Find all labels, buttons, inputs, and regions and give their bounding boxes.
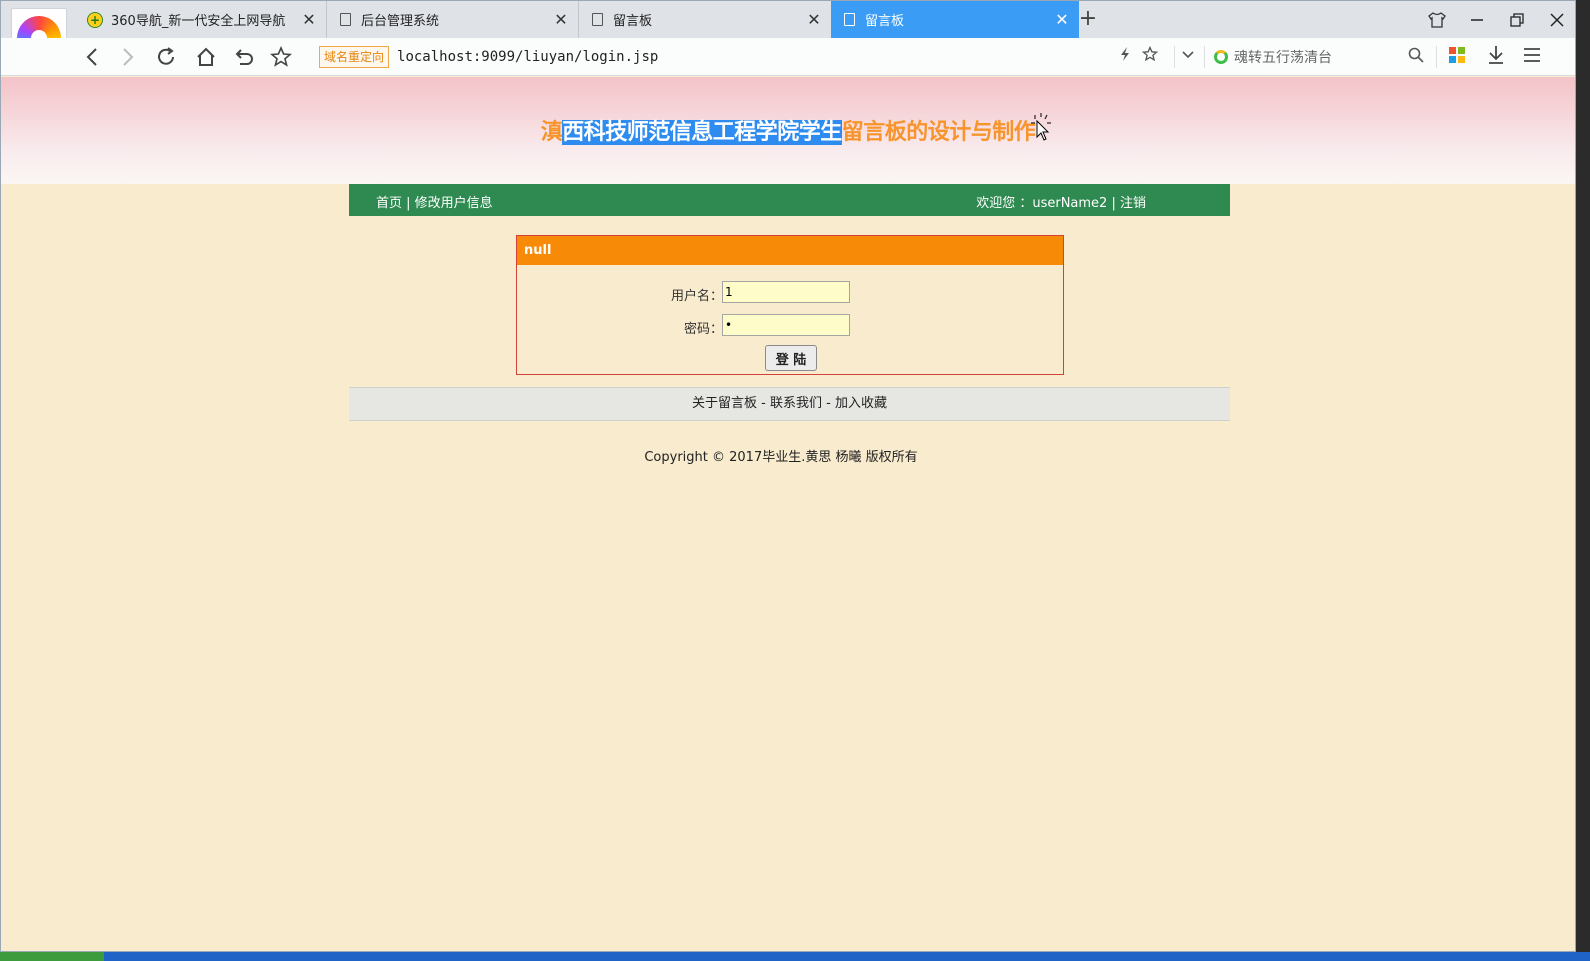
login-button[interactable]: 登 陆: [765, 345, 817, 371]
contact-link[interactable]: 联系我们: [770, 396, 822, 411]
new-tab-icon[interactable]: +: [1077, 5, 1099, 33]
tab-title: 留言板: [613, 14, 653, 29]
start-button[interactable]: [0, 952, 104, 961]
add-favorite-link[interactable]: 加入收藏: [835, 396, 887, 411]
nav360-icon: +: [87, 11, 103, 28]
footer-separator: -: [757, 396, 770, 411]
browser-window: + 360导航_新一代安全上网导航 ✕ 后台管理系统 ✕ 留言板 ✕ 留言板 ✕…: [0, 0, 1576, 952]
nav-separator: |: [402, 196, 415, 211]
nav-links: 首页 | 修改用户信息: [376, 192, 493, 211]
tab-strip: + 360导航_新一代安全上网导航 ✕ 后台管理系统 ✕ 留言板 ✕ 留言板 ✕…: [1, 1, 1575, 68]
menu-icon[interactable]: [1523, 46, 1541, 68]
nav-separator: |: [1107, 196, 1120, 211]
username-label: 用户名：: [670, 289, 723, 304]
username-row: 用户名：: [517, 281, 1063, 305]
close-icon[interactable]: ✕: [554, 10, 568, 29]
chevron-down-icon[interactable]: [1181, 46, 1195, 66]
welcome-text: 欢迎您 ：userName2: [976, 196, 1108, 211]
site-title-suffix: 留言板的设计与制作: [841, 120, 1036, 145]
copyright-text: Copyright © 2017毕业生.黄思 杨曦 版权所有: [644, 450, 918, 465]
back-icon[interactable]: [77, 42, 107, 72]
bookmark-star-icon[interactable]: [1141, 45, 1159, 66]
toolbar-divider: [1436, 46, 1437, 68]
footer-links: 关于留言板 - 联系我们 - 加入收藏: [349, 387, 1230, 421]
close-window-icon[interactable]: [1537, 1, 1575, 38]
site-nav: 首页 | 修改用户信息 欢迎您 ：userName2 | 注销: [349, 184, 1230, 216]
tab-admin-system[interactable]: 后台管理系统 ✕: [327, 1, 579, 38]
tab-message-board-active[interactable]: 留言板 ✕: [831, 1, 1079, 38]
toolbar-divider: [1174, 46, 1175, 68]
favorite-star-icon[interactable]: [266, 42, 296, 72]
close-icon[interactable]: ✕: [1055, 10, 1069, 29]
password-row: 密码：: [517, 314, 1063, 338]
page-icon: [589, 12, 605, 28]
password-input[interactable]: [722, 314, 850, 336]
apps-grid-icon[interactable]: [1449, 47, 1465, 63]
redirect-badge[interactable]: 域名重定向: [319, 46, 390, 68]
download-icon[interactable]: [1487, 45, 1505, 69]
page-icon: [337, 12, 353, 28]
username-input[interactable]: [722, 281, 850, 303]
tab-message-board[interactable]: 留言板 ✕: [579, 1, 831, 38]
tab-title: 后台管理系统: [361, 14, 440, 29]
undo-icon[interactable]: [229, 42, 259, 72]
nav-user-area: 欢迎您 ：userName2 | 注销: [976, 192, 1146, 211]
search-engine-icon: [1214, 50, 1228, 64]
minimize-icon[interactable]: [1457, 1, 1497, 38]
busy-cursor-icon: [1031, 113, 1051, 141]
close-icon[interactable]: ✕: [302, 10, 316, 29]
search-icon[interactable]: [1408, 47, 1424, 67]
nav-home-link[interactable]: 首页: [376, 196, 402, 211]
site-title-selected: 西科技师范信息工程学院学生: [562, 120, 842, 145]
os-taskbar: [0, 952, 1590, 961]
login-form: null 用户名： 密码： 登 陆: [516, 235, 1064, 375]
logout-link[interactable]: 注销: [1120, 196, 1146, 211]
skin-icon[interactable]: [1417, 1, 1457, 38]
restore-icon[interactable]: [1497, 1, 1537, 38]
about-link[interactable]: 关于留言板: [692, 396, 757, 411]
tab-360-nav[interactable]: + 360导航_新一代安全上网导航 ✕: [77, 1, 327, 38]
footer-separator: -: [822, 396, 835, 411]
tab-title: 留言板: [865, 14, 905, 29]
home-icon[interactable]: [191, 42, 221, 72]
browser-toolbar: 域名重定向 localhost:9099/liuyan/login.jsp 魂转…: [1, 38, 1575, 76]
refresh-icon[interactable]: [151, 42, 181, 72]
lightning-icon[interactable]: [1119, 46, 1131, 66]
address-bar[interactable]: 域名重定向 localhost:9099/liuyan/login.jsp: [319, 42, 1199, 72]
site-banner: 滇西科技师范信息工程学院学生留言板的设计与制作: [1, 77, 1575, 184]
url-text[interactable]: localhost:9099/liuyan/login.jsp: [397, 49, 658, 65]
toolbar-divider: [1204, 46, 1205, 68]
site-title: 滇西科技师范信息工程学院学生留言板的设计与制作: [1, 114, 1575, 146]
search-suggestion[interactable]: 魂转五行荡清台: [1234, 47, 1332, 67]
nav-edit-user-link[interactable]: 修改用户信息: [415, 196, 493, 211]
forward-icon[interactable]: [113, 42, 143, 72]
site-title-prefix: 滇: [540, 120, 563, 145]
close-icon[interactable]: ✕: [807, 10, 821, 29]
login-header: null: [517, 236, 1063, 265]
tab-title: 360导航_新一代安全上网导航: [111, 14, 286, 29]
password-label: 密码：: [683, 322, 723, 337]
page-icon: [841, 12, 857, 28]
page-content: 滇西科技师范信息工程学院学生留言板的设计与制作 首页 | 修改用户信息 欢迎您 …: [1, 77, 1575, 951]
